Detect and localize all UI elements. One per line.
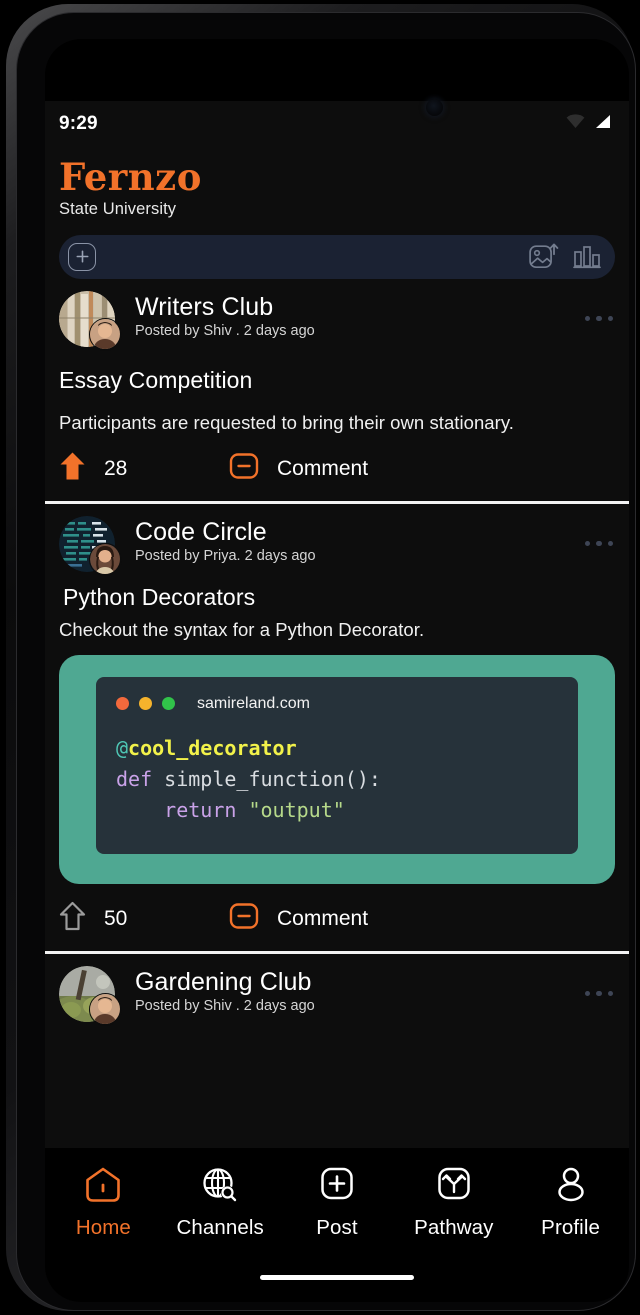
upvote-button[interactable]: 28 — [59, 451, 229, 486]
post-group-name[interactable]: Writers Club — [135, 293, 575, 321]
status-icons — [566, 114, 611, 134]
bottom-navigation: Home Channels Post Pathway Profile — [45, 1148, 629, 1302]
nav-label-pathway: Pathway — [414, 1216, 494, 1239]
more-options-icon[interactable] — [575, 531, 616, 557]
upvote-count: 28 — [104, 456, 128, 480]
minimize-dot-icon — [139, 697, 152, 711]
plus-icon[interactable] — [68, 242, 96, 271]
image-upload-icon[interactable] — [529, 243, 559, 271]
cellular-signal-icon — [594, 114, 611, 134]
nav-label-profile: Profile — [541, 1216, 600, 1239]
comment-icon — [229, 901, 259, 936]
post-header: Writers Club Posted by Shiv . 2 days ago — [59, 290, 616, 351]
post-title[interactable]: Essay Competition — [59, 367, 615, 394]
post-actions: 50 Comment — [59, 888, 615, 950]
close-dot-icon — [116, 697, 129, 711]
post-title[interactable]: Python Decorators — [59, 584, 615, 611]
nav-label-home: Home — [75, 1216, 131, 1239]
code-snippet: @cool_decoratordef simple_function(): re… — [116, 733, 558, 826]
post-header-text: Gardening Club Posted by Shiv . 2 days a… — [135, 966, 575, 1014]
brand-header: Fernzo State University — [45, 147, 629, 219]
user-avatar-priya — [89, 542, 122, 576]
avatar[interactable] — [59, 290, 122, 351]
post-header-text: Writers Club Posted by Shiv . 2 days ago — [135, 291, 575, 339]
post-actions: 28 Comment — [59, 438, 615, 500]
comment-button[interactable]: Comment — [229, 901, 368, 936]
code-line: @cool_decorator — [116, 735, 297, 760]
more-options-icon[interactable] — [575, 306, 616, 332]
nav-item-post[interactable]: Post — [279, 1166, 396, 1240]
post-meta: Posted by Priya. 2 days ago — [135, 547, 316, 564]
brand-subtitle: State University — [59, 199, 177, 218]
upvote-arrow-icon — [59, 451, 86, 486]
app-root: 9:29 Fernzo State University Writers Clu… — [45, 101, 629, 1302]
compose-bar[interactable] — [59, 234, 615, 279]
compose-input[interactable] — [96, 248, 515, 266]
avatar[interactable] — [59, 515, 122, 576]
phone-bezel: 9:29 Fernzo State University Writers Clu… — [16, 12, 636, 1311]
post-group-name[interactable]: Gardening Club — [135, 968, 575, 996]
nav-items: Home Channels Post Pathway Profile — [45, 1166, 629, 1240]
upvote-arrow-icon — [59, 901, 86, 936]
front-camera-icon — [426, 99, 443, 116]
home-icon — [83, 1166, 123, 1209]
home-indicator[interactable] — [260, 1275, 414, 1280]
status-time: 9:29 — [59, 113, 98, 134]
plus-square-icon — [317, 1166, 357, 1209]
nav-item-pathway[interactable]: Pathway — [395, 1166, 512, 1240]
app-logo: Fernzo — [59, 155, 202, 199]
nav-item-home[interactable]: Home — [45, 1166, 162, 1240]
post-group-name[interactable]: Code Circle — [135, 518, 575, 546]
post-header-text: Code Circle Posted by Priya. 2 days ago — [135, 516, 575, 564]
code-line: return "output" — [164, 797, 345, 822]
status-bar: 9:29 — [45, 101, 629, 147]
avatar[interactable] — [59, 965, 122, 1026]
code-window-titlebar: samireland.com — [116, 695, 558, 713]
code-window: samireland.com @cool_decoratordef simple… — [96, 676, 578, 854]
comment-label: Comment — [277, 456, 369, 480]
phone-screen: 9:29 Fernzo State University Writers Clu… — [45, 39, 629, 1302]
globe-search-icon — [200, 1166, 240, 1209]
phone-frame: 9:29 Fernzo State University Writers Clu… — [6, 4, 636, 1311]
more-options-icon[interactable] — [575, 981, 616, 1007]
nav-item-channels[interactable]: Channels — [162, 1166, 279, 1240]
code-window-host: samireland.com — [197, 694, 310, 712]
pathway-branch-icon — [434, 1166, 474, 1209]
user-avatar-shiv — [89, 992, 122, 1026]
post-item[interactable]: Writers Club Posted by Shiv . 2 days ago… — [45, 278, 629, 500]
post-meta: Posted by Shiv . 2 days ago — [135, 997, 315, 1014]
wifi-icon — [566, 114, 585, 134]
post-feed[interactable]: Writers Club Posted by Shiv . 2 days ago… — [45, 278, 629, 1280]
nav-label-post: Post — [316, 1216, 358, 1239]
post-header: Code Circle Posted by Priya. 2 days ago — [59, 515, 616, 576]
code-snippet-card[interactable]: samireland.com @cool_decoratordef simple… — [59, 654, 615, 884]
maximize-dot-icon — [162, 697, 175, 711]
user-avatar-shiv — [89, 317, 122, 351]
post-item[interactable]: Code Circle Posted by Priya. 2 days ago … — [45, 503, 629, 950]
comment-icon — [229, 451, 259, 486]
post-meta: Posted by Shiv . 2 days ago — [135, 322, 315, 339]
comment-label: Comment — [277, 906, 369, 930]
post-header: Gardening Club Posted by Shiv . 2 days a… — [59, 965, 616, 1026]
comment-button[interactable]: Comment — [229, 451, 368, 486]
post-body: Participants are requested to bring thei… — [59, 411, 514, 433]
person-icon — [551, 1166, 591, 1209]
nav-item-profile[interactable]: Profile — [512, 1166, 629, 1240]
upvote-count: 50 — [104, 906, 128, 930]
post-item[interactable]: Gardening Club Posted by Shiv . 2 days a… — [45, 953, 629, 1026]
upvote-button[interactable]: 50 — [59, 901, 229, 936]
nav-label-channels: Channels — [176, 1216, 264, 1239]
poll-chart-icon[interactable] — [573, 244, 601, 270]
code-line: def simple_function(): — [116, 766, 381, 791]
post-body: Checkout the syntax for a Python Decorat… — [59, 618, 425, 640]
